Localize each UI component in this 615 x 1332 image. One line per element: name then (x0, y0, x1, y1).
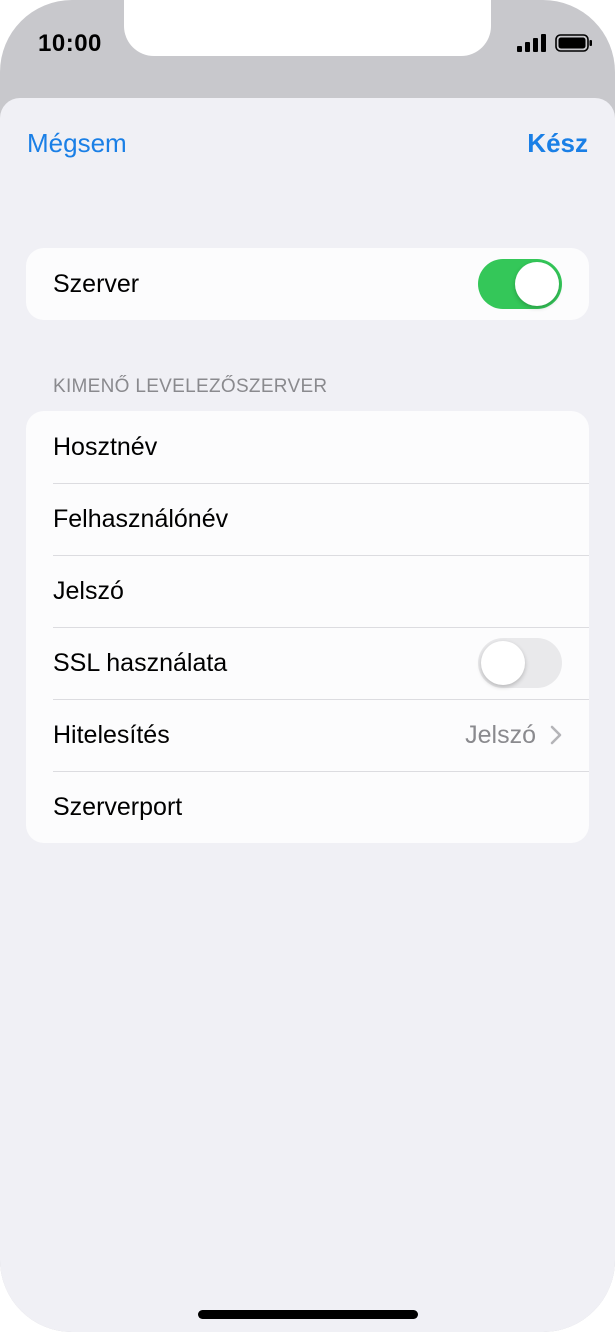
toggle-knob (515, 262, 559, 306)
device-frame: 10:00 Mégsem Kész Szerver KIMENŐ LEVELEZ… (0, 0, 615, 1332)
username-row[interactable]: Felhasználónév (26, 483, 589, 555)
battery-icon (555, 34, 592, 52)
password-row[interactable]: Jelszó (26, 555, 589, 627)
ssl-row: SSL használata (26, 627, 589, 699)
home-indicator (198, 1310, 418, 1319)
hostname-label: Hosztnév (53, 432, 158, 461)
username-label: Felhasználónév (53, 504, 229, 533)
password-label: Jelszó (53, 576, 124, 605)
server-toggle[interactable] (478, 259, 562, 309)
server-group: Szerver (26, 248, 589, 320)
server-port-label: Szerverport (53, 792, 183, 821)
server-port-row[interactable]: Szerverport (26, 771, 589, 843)
authentication-row[interactable]: Hitelesítés Jelszó (26, 699, 589, 771)
section-header-outgoing: KIMENŐ LEVELEZŐSZERVER (53, 376, 328, 397)
hostname-row[interactable]: Hosztnév (26, 411, 589, 483)
server-row: Szerver (26, 248, 589, 320)
toggle-knob (481, 641, 525, 685)
status-time: 10:00 (38, 30, 102, 57)
ssl-toggle[interactable] (478, 638, 562, 688)
server-label: Szerver (53, 269, 140, 298)
status-icons (517, 34, 593, 52)
chevron-right-icon (550, 725, 562, 745)
cellular-signal-icon (517, 34, 546, 52)
outgoing-server-group: Hosztnév Felhasználónév Jelszó SSL haszn… (26, 411, 589, 843)
ssl-label: SSL használata (53, 648, 228, 677)
notch (124, 0, 491, 56)
cancel-button[interactable]: Mégsem (27, 128, 127, 159)
authentication-label: Hitelesítés (53, 720, 170, 749)
authentication-value: Jelszó (465, 720, 536, 749)
done-button[interactable]: Kész (527, 128, 588, 159)
